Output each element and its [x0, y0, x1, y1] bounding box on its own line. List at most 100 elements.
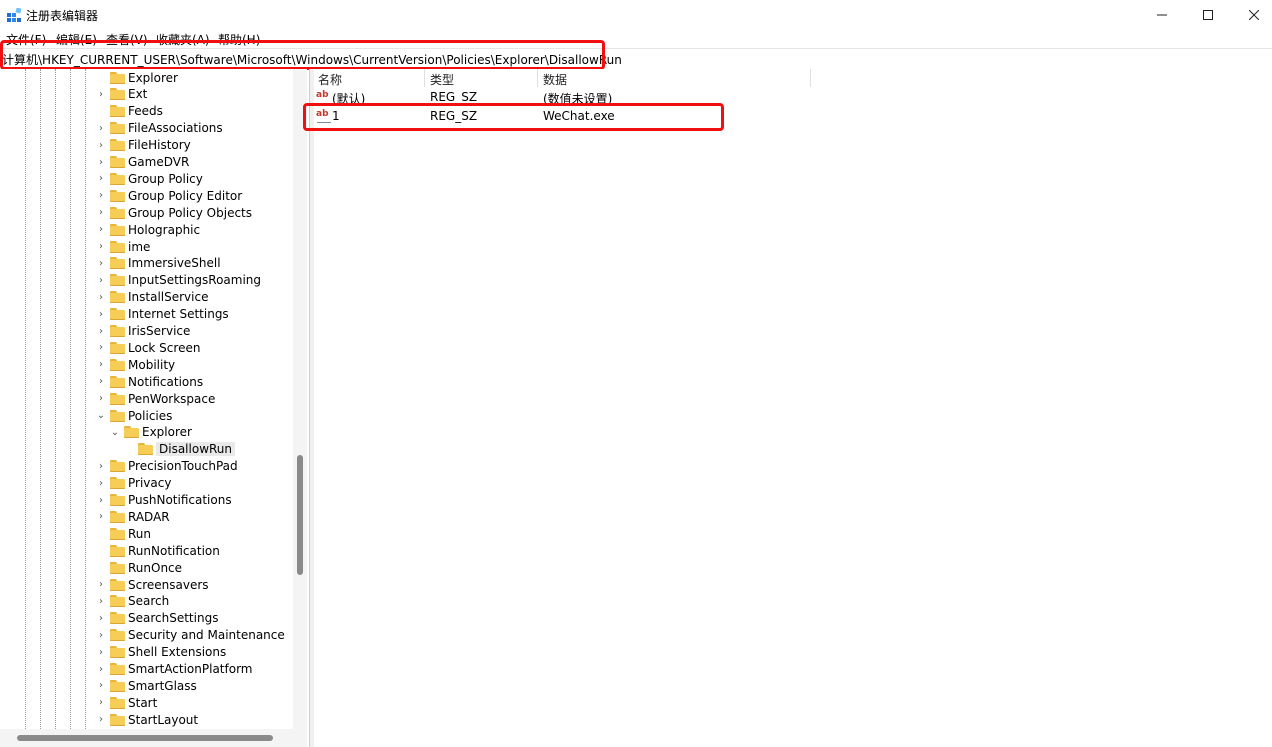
chevron-right-icon[interactable]: › — [96, 596, 106, 607]
chevron-right-icon[interactable]: › — [96, 714, 106, 725]
chevron-right-icon[interactable]: › — [96, 190, 106, 201]
tree-item-installservice[interactable]: › InstallService — [96, 289, 208, 306]
minimize-button[interactable] — [1139, 0, 1185, 30]
tree-item-screensavers[interactable]: › Screensavers — [96, 576, 209, 593]
tree-item-group-policy-editor[interactable]: › Group Policy Editor — [96, 187, 242, 204]
tree-item-ext[interactable]: › Ext — [96, 86, 147, 103]
tree-item-runonce[interactable]: RunOnce — [96, 559, 182, 576]
tree-item-pushnotifications[interactable]: › PushNotifications — [96, 492, 232, 509]
tree-item-precisiontouchpad[interactable]: › PrecisionTouchPad — [96, 458, 238, 475]
chevron-right-icon[interactable]: › — [96, 630, 106, 641]
tree-item-label: Mobility — [128, 357, 176, 372]
tree-item-internet-settings[interactable]: › Internet Settings — [96, 306, 229, 323]
tree-item-security-and-maintenance[interactable]: › Security and Maintenance — [96, 627, 285, 644]
chevron-right-icon[interactable]: › — [96, 275, 106, 286]
chevron-right-icon[interactable]: › — [96, 89, 106, 100]
tree-item-filehistory[interactable]: › FileHistory — [96, 137, 191, 154]
tree-item-inputsettingsroaming[interactable]: › InputSettingsRoaming — [96, 272, 261, 289]
maximize-button[interactable] — [1185, 0, 1231, 30]
tree-item-label: DisallowRun — [156, 442, 236, 457]
tree-item-feeds[interactable]: Feeds — [96, 103, 163, 120]
chevron-right-icon[interactable]: › — [96, 241, 106, 252]
column-divider[interactable] — [810, 69, 811, 87]
chevron-down-icon[interactable]: ⌄ — [110, 427, 120, 438]
chevron-right-icon[interactable]: › — [96, 224, 106, 235]
tree-item-smartglass[interactable]: › SmartGlass — [96, 677, 197, 694]
menu-view[interactable]: 查看(V) — [106, 31, 148, 48]
tree-item-label: GameDVR — [128, 155, 190, 169]
tree-item-group-policy-objects[interactable]: › Group Policy Objects — [96, 204, 252, 221]
chevron-right-icon[interactable]: › — [96, 258, 106, 269]
chevron-right-icon[interactable]: › — [96, 326, 106, 337]
tree-item-shell-extensions[interactable]: › Shell Extensions — [96, 644, 226, 661]
tree-item-ime[interactable]: › ime — [96, 238, 150, 255]
value-row[interactable]: ab (默认) REG_SZ (数值未设置) — [314, 88, 814, 106]
tree-item-lock-screen[interactable]: › Lock Screen — [96, 339, 200, 356]
column-header-type[interactable]: 类型 — [430, 71, 454, 88]
chevron-right-icon[interactable]: › — [96, 123, 106, 134]
chevron-down-icon[interactable]: ⌄ — [96, 410, 106, 421]
tree-vertical-scroll-thumb[interactable] — [297, 455, 303, 575]
chevron-right-icon[interactable]: › — [96, 140, 106, 151]
tree-item-start[interactable]: › Start — [96, 694, 157, 711]
window-title: 注册表编辑器 — [26, 9, 99, 23]
column-divider[interactable] — [537, 69, 538, 87]
menu-file[interactable]: 文件(F) — [6, 31, 46, 48]
column-header-data[interactable]: 数据 — [543, 71, 567, 88]
tree-item-label: ImmersiveShell — [128, 256, 221, 271]
menu-edit[interactable]: 编辑(E) — [56, 31, 97, 48]
chevron-right-icon[interactable]: › — [96, 478, 106, 489]
tree-item-immersiveshell[interactable]: › ImmersiveShell — [96, 255, 221, 272]
chevron-right-icon[interactable]: › — [96, 157, 106, 168]
tree-item-group-policy[interactable]: › Group Policy — [96, 170, 203, 187]
tree-item-explorer[interactable]: ⌄ Explorer — [110, 424, 192, 441]
chevron-right-icon[interactable]: › — [96, 359, 106, 370]
tree-item-holographic[interactable]: › Holographic — [96, 221, 200, 238]
menu-favorites[interactable]: 收藏夹(A) — [156, 31, 210, 48]
tree-item-run[interactable]: Run — [96, 525, 151, 542]
chevron-right-icon[interactable]: › — [96, 292, 106, 303]
menu-help[interactable]: 帮助(H) — [218, 31, 260, 48]
tree-item-privacy[interactable]: › Privacy — [96, 475, 171, 492]
tree-item-startlayout[interactable]: › StartLayout — [96, 711, 198, 728]
tree-horizontal-scroll-thumb[interactable] — [17, 735, 273, 741]
chevron-right-icon[interactable]: › — [96, 342, 106, 353]
address-path[interactable]: 计算机\HKEY_CURRENT_USER\Software\Microsoft… — [2, 51, 622, 68]
tree-item-searchsettings[interactable]: › SearchSettings — [96, 610, 218, 627]
tree-item-smartactionplatform[interactable]: › SmartActionPlatform — [96, 661, 253, 678]
chevron-right-icon[interactable]: › — [96, 647, 106, 658]
tree-item-irisservice[interactable]: › IrisService — [96, 323, 190, 340]
tree-item-runnotification[interactable]: RunNotification — [96, 542, 220, 559]
folder-icon — [110, 105, 125, 118]
value-row[interactable]: ab 1 REG_SZ WeChat.exe — [314, 107, 814, 125]
chevron-right-icon[interactable]: › — [96, 579, 106, 590]
chevron-right-icon[interactable]: › — [96, 680, 106, 691]
chevron-right-icon[interactable]: › — [96, 664, 106, 675]
chevron-right-icon[interactable]: › — [96, 207, 106, 218]
tree-item-mobility[interactable]: › Mobility — [96, 356, 175, 373]
chevron-right-icon[interactable]: › — [96, 376, 106, 387]
tree-item-label: RunOnce — [128, 560, 183, 575]
chevron-right-icon[interactable]: › — [96, 613, 106, 624]
tree-item-search[interactable]: › Search — [96, 593, 169, 610]
tree-item-radar[interactable]: › RADAR — [96, 508, 170, 525]
chevron-right-icon[interactable]: › — [96, 495, 106, 506]
column-header-name[interactable]: 名称 — [318, 71, 342, 88]
tree-item-fileassociations[interactable]: › FileAssociations — [96, 120, 223, 137]
tree-item-explorer[interactable]: Explorer — [96, 69, 178, 86]
column-divider[interactable] — [424, 69, 425, 87]
chevron-right-icon[interactable]: › — [96, 173, 106, 184]
tree-item-disallowrun[interactable]: DisallowRun — [124, 441, 236, 458]
tree-item-penworkspace[interactable]: › PenWorkspace — [96, 390, 215, 407]
chevron-right-icon[interactable]: › — [96, 461, 106, 472]
address-bar[interactable]: 计算机\HKEY_CURRENT_USER\Software\Microsoft… — [0, 48, 1272, 70]
tree-item-policies[interactable]: ⌄ Policies — [96, 407, 173, 424]
tree-item-notifications[interactable]: › Notifications — [96, 373, 203, 390]
chevron-right-icon[interactable]: › — [96, 393, 106, 404]
chevron-right-icon[interactable]: › — [96, 697, 106, 708]
tree-vertical-scrollbar[interactable] — [293, 69, 307, 729]
chevron-right-icon[interactable]: › — [96, 511, 106, 522]
chevron-right-icon[interactable]: › — [96, 309, 106, 320]
tree-item-gamedvr[interactable]: › GameDVR — [96, 154, 189, 171]
close-button[interactable] — [1231, 0, 1272, 30]
